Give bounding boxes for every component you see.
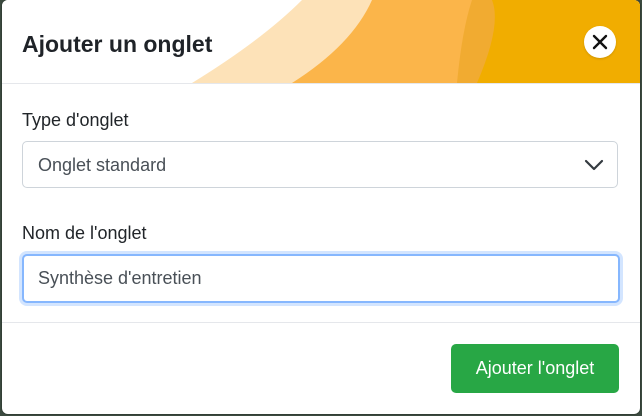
tab-name-label: Nom de l'onglet [22,223,147,243]
close-button[interactable] [584,26,616,58]
tab-type-label: Type d'onglet [22,110,129,130]
modal-header: Ajouter un onglet [2,0,640,84]
tab-type-select[interactable]: Onglet standard [22,141,618,188]
chevron-down-icon [584,156,604,174]
tab-type-selected-value: Onglet standard [38,155,167,175]
modal-body: Type d'onglet Onglet standard Nom de l'o… [2,84,640,322]
modal-footer: Ajouter l'onglet [2,322,640,414]
add-tab-button[interactable]: Ajouter l'onglet [451,344,619,393]
close-icon [592,34,608,50]
add-tab-modal: Ajouter un onglet Type d'onglet Onglet s… [2,0,640,414]
tab-name-input[interactable] [22,254,620,303]
modal-title: Ajouter un onglet [22,31,213,57]
